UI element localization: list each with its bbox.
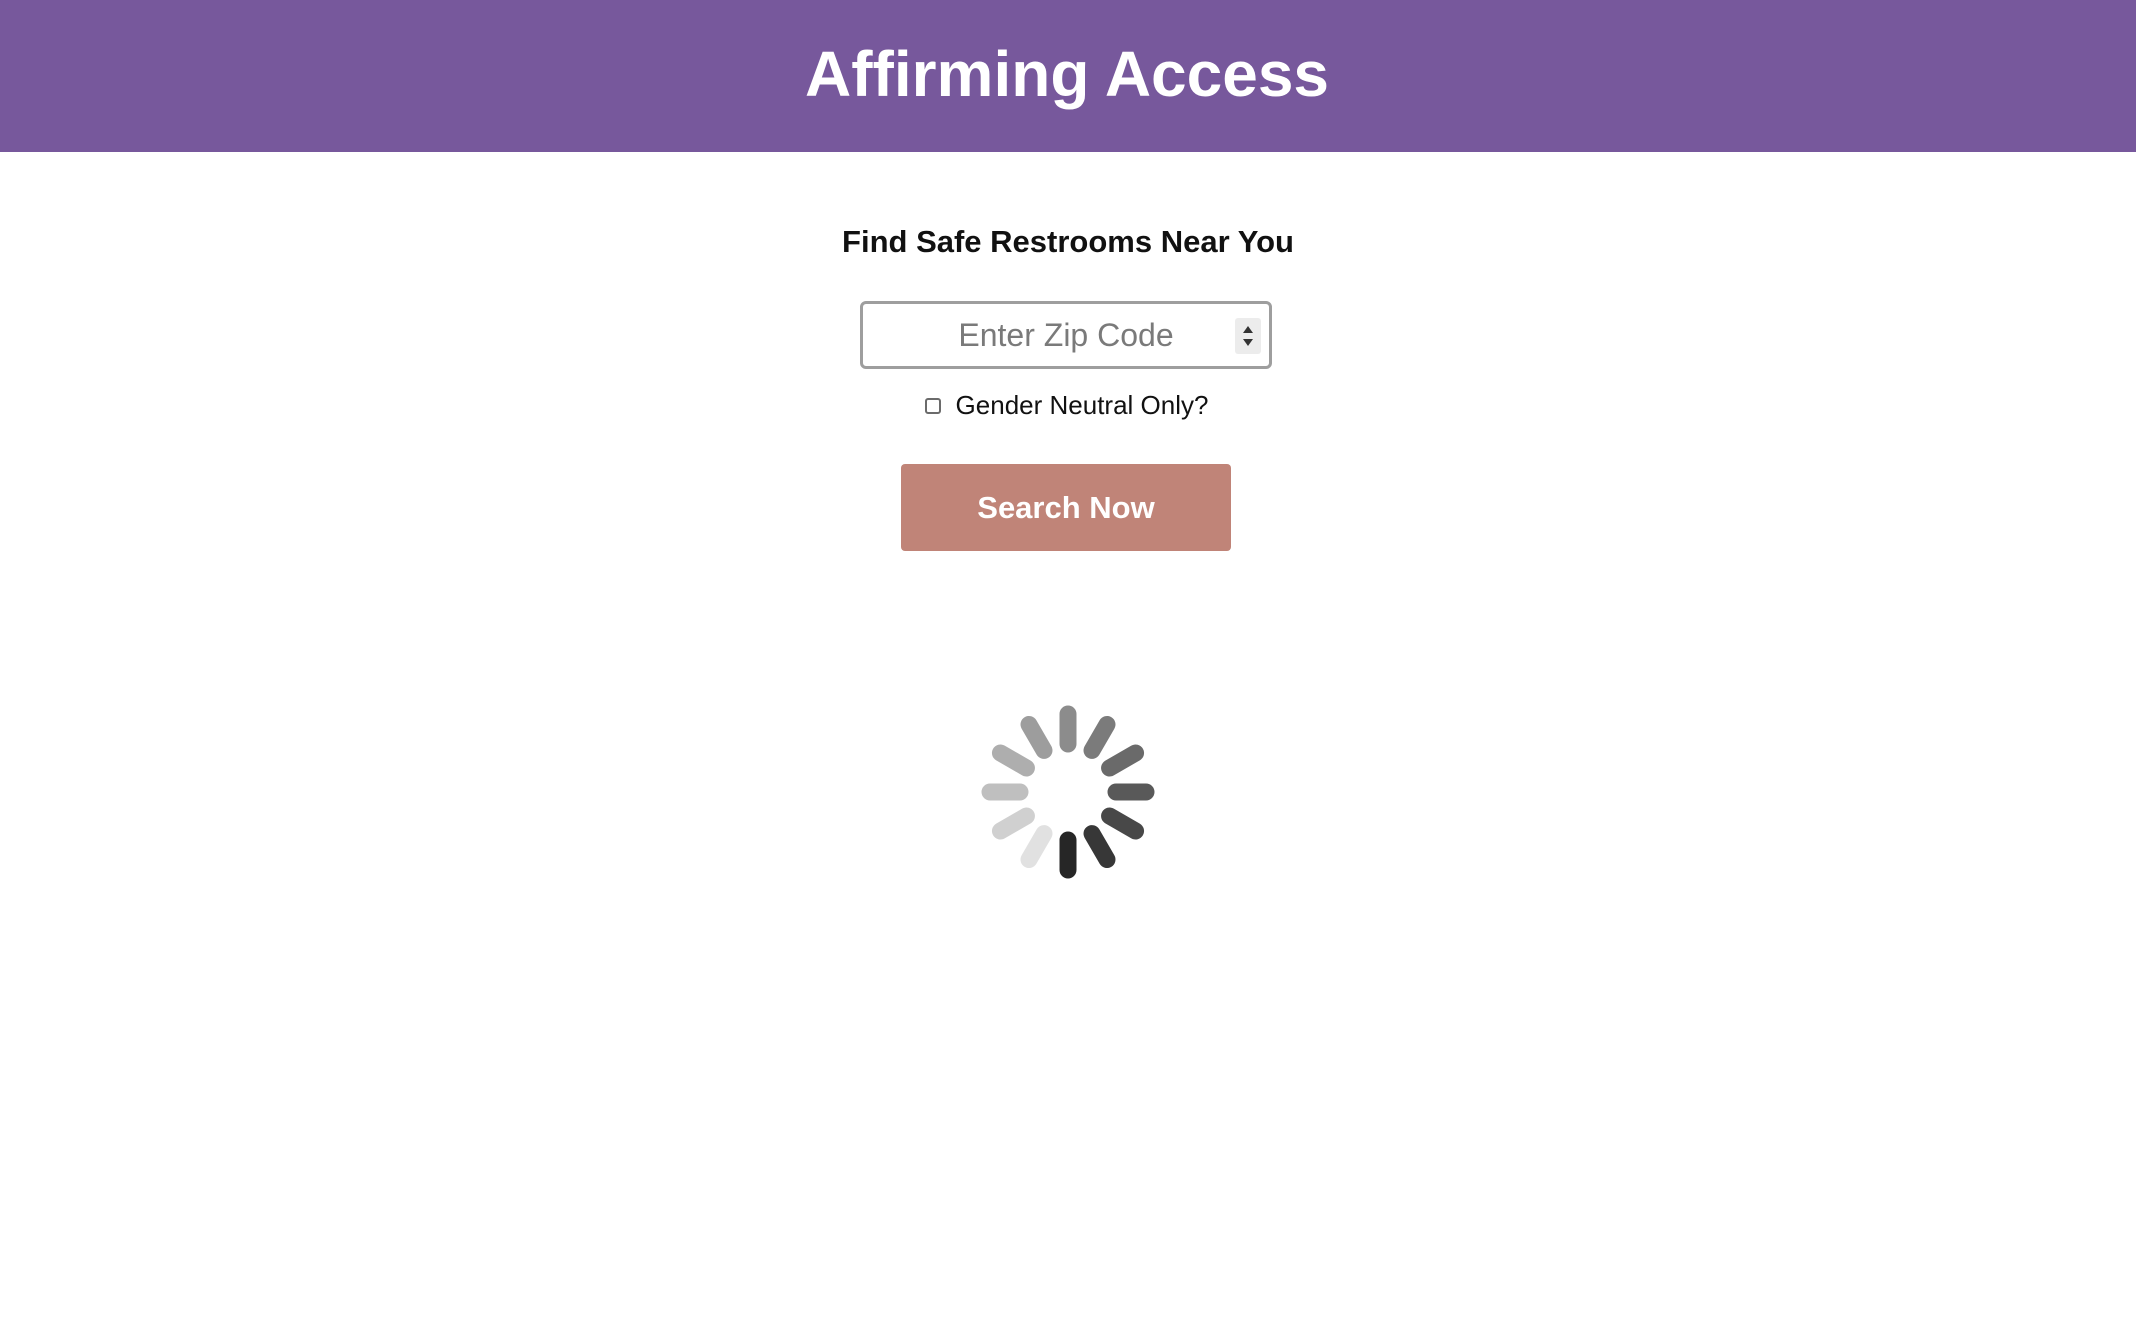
gender-neutral-checkbox[interactable]: [924, 397, 941, 414]
search-now-button[interactable]: Search Now: [901, 464, 1231, 551]
spinner-spoke: [1020, 715, 1053, 759]
app-header: Affirming Access: [0, 0, 2136, 152]
spinner-spoke: [1083, 715, 1116, 759]
spinner-spoke: [1101, 807, 1145, 840]
spinner-spoke: [1083, 825, 1116, 869]
zip-code-input[interactable]: [863, 304, 1269, 366]
spinner-spoke: [991, 744, 1035, 777]
stepper-down-icon[interactable]: [1243, 339, 1253, 346]
zip-stepper[interactable]: [1235, 318, 1261, 354]
spinner-spoke: [991, 807, 1035, 840]
gender-neutral-option[interactable]: Gender Neutral Only?: [0, 390, 2136, 421]
gender-neutral-label[interactable]: Gender Neutral Only?: [956, 390, 1209, 421]
spinner-spoke: [1020, 825, 1053, 869]
spinner-spoke: [1101, 744, 1145, 777]
zip-code-field[interactable]: [860, 301, 1272, 369]
app-title: Affirming Access: [805, 38, 1329, 110]
loading-spinner-icon: [981, 705, 1155, 879]
stepper-up-icon[interactable]: [1243, 326, 1253, 333]
search-heading: Find Safe Restrooms Near You: [842, 224, 1294, 259]
